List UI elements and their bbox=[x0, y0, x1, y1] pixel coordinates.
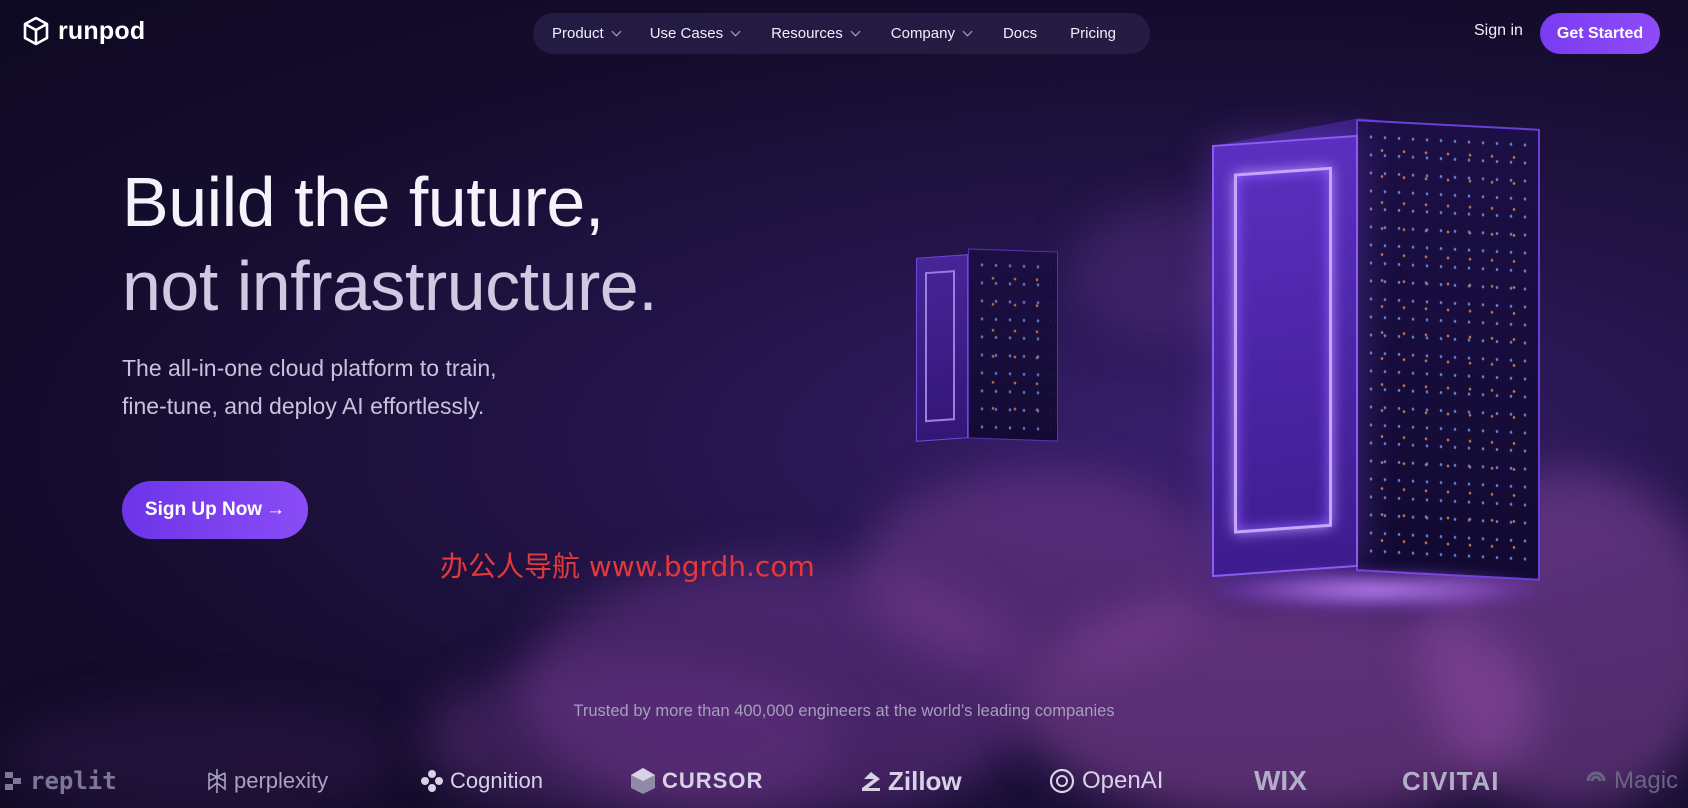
cursor-icon bbox=[631, 768, 655, 794]
magic-icon bbox=[1586, 771, 1606, 782]
nav-company[interactable]: Company bbox=[891, 25, 973, 42]
main-nav: Product Use Cases Resources Company Docs… bbox=[533, 13, 1150, 54]
arrow-right-icon: → bbox=[266, 499, 286, 520]
company-logos: replit perplexity Cognition CURSOR Zillo… bbox=[0, 765, 1688, 802]
cognition-icon bbox=[421, 770, 443, 792]
server-tower-large-side bbox=[1356, 119, 1540, 581]
nav-use-cases[interactable]: Use Cases bbox=[650, 25, 741, 42]
cursor-logo: CURSOR bbox=[630, 766, 763, 796]
sign-up-button[interactable]: Sign Up Now → bbox=[122, 481, 308, 539]
chevron-down-icon bbox=[962, 26, 973, 37]
chevron-down-icon bbox=[730, 26, 741, 37]
sign-in-link[interactable]: Sign in bbox=[1474, 22, 1523, 40]
magic-logo: Magic bbox=[1584, 766, 1678, 796]
brand-name: runpod bbox=[58, 16, 146, 45]
headline-line-1: Build the future, bbox=[122, 163, 604, 241]
chevron-down-icon bbox=[611, 26, 622, 37]
nav-docs[interactable]: Docs bbox=[1003, 25, 1037, 42]
chevron-down-icon bbox=[850, 26, 861, 37]
zillow-icon bbox=[862, 772, 880, 791]
watermark-text: 办公人导航 www.bgrdh.com bbox=[440, 550, 815, 583]
runpod-logo[interactable]: runpod bbox=[22, 16, 145, 46]
zillow-logo: Zillow bbox=[860, 766, 962, 796]
server-tower-small bbox=[916, 254, 968, 442]
replit-logo: replit bbox=[4, 766, 117, 796]
tower-glow bbox=[1210, 570, 1540, 610]
openai-logo: OpenAI bbox=[1048, 766, 1163, 796]
server-tower-small-side bbox=[968, 248, 1058, 442]
nav-pricing[interactable]: Pricing bbox=[1070, 25, 1116, 42]
hero-subhead: The all-in-one cloud platform to train, … bbox=[122, 355, 497, 419]
trusted-by-text: Trusted by more than 400,000 engineers a… bbox=[573, 702, 1115, 720]
get-started-button[interactable]: Get Started bbox=[1540, 13, 1660, 54]
nav-product[interactable]: Product bbox=[552, 25, 622, 42]
replit-icon bbox=[5, 772, 21, 790]
nav-resources[interactable]: Resources bbox=[771, 25, 861, 42]
perplexity-logo: perplexity bbox=[206, 766, 328, 796]
headline-line-2: not infrastructure. bbox=[122, 247, 658, 325]
wix-logo: WIX bbox=[1254, 765, 1307, 796]
civitai-logo: CIVITAI bbox=[1402, 765, 1500, 796]
cube-logo-icon bbox=[23, 16, 49, 46]
server-tower-large bbox=[1212, 134, 1358, 578]
cognition-logo: Cognition bbox=[420, 766, 543, 796]
openai-icon bbox=[1049, 768, 1075, 794]
cloud bbox=[860, 470, 1220, 670]
hero-headline: Build the future, not infrastructure. bbox=[122, 160, 658, 328]
perplexity-icon bbox=[208, 769, 226, 793]
